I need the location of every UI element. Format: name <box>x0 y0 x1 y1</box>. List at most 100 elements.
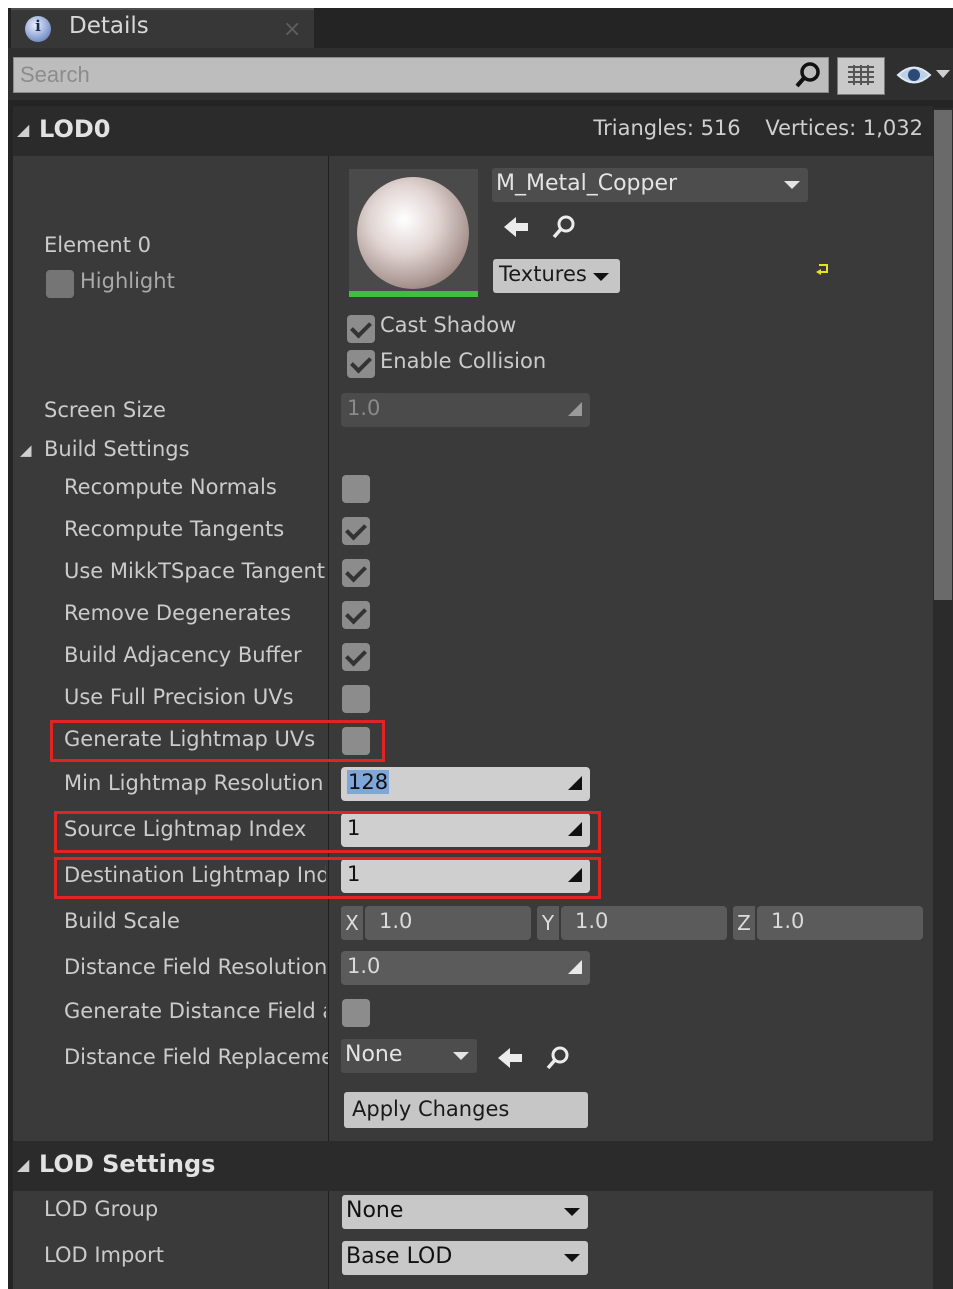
scrollbar-thumb[interactable] <box>934 110 952 600</box>
textures-label: Textures <box>499 262 587 286</box>
eye-icon <box>896 66 932 84</box>
distance-field-replacement-selector[interactable]: None <box>341 1039 477 1073</box>
visibility-filter-button[interactable] <box>894 60 952 92</box>
min-lightmap-resolution-value: 128 <box>347 770 390 794</box>
remove-degenerates-checkbox[interactable] <box>342 601 370 629</box>
browse-search-icon[interactable] <box>551 214 577 240</box>
material-selector[interactable]: M_Metal_Copper <box>492 168 808 202</box>
collapse-arrow-icon[interactable]: ◢ <box>17 120 29 139</box>
screen-size-field[interactable]: 1.0 <box>341 393 590 427</box>
highlight-annotation-box <box>50 720 385 762</box>
lod-import-selector[interactable]: Base LOD <box>342 1241 588 1275</box>
screen-size-value: 1.0 <box>347 396 381 420</box>
build-scale-z-value: 1.0 <box>771 909 805 933</box>
build-scale-vector: X 1.0 Y 1.0 Z 1.0 <box>341 906 931 940</box>
details-panel: i Details × Search ◢ LOD0 Triangles: 516… <box>8 8 953 1289</box>
column-divider[interactable] <box>328 1191 329 1289</box>
material-name: M_Metal_Copper <box>496 171 678 196</box>
element-label: Element 0 <box>44 233 151 257</box>
textures-dropdown-button[interactable]: Textures <box>493 259 620 293</box>
lod-group-label: LOD Group <box>44 1197 159 1221</box>
cast-shadow-checkbox[interactable] <box>347 315 375 343</box>
lod0-title: LOD0 <box>39 115 111 143</box>
drag-handle-icon <box>568 776 582 790</box>
build-adjacency-checkbox[interactable] <box>342 643 370 671</box>
details-tab[interactable]: i Details × <box>11 8 314 50</box>
lod-import-label: LOD Import <box>44 1243 165 1267</box>
column-divider[interactable] <box>328 156 329 1141</box>
build-settings-header[interactable]: Build Settings <box>44 437 190 461</box>
lod-group-selector[interactable]: None <box>342 1195 588 1229</box>
chevron-down-icon <box>936 70 950 78</box>
recompute-tangents-checkbox[interactable] <box>342 517 370 545</box>
search-row <box>8 48 953 100</box>
highlight-label: Highlight <box>80 269 175 293</box>
cast-shadow-label: Cast Shadow <box>380 313 517 337</box>
material-type-bar <box>349 291 478 297</box>
highlight-annotation-box <box>54 811 601 853</box>
view-options-button[interactable] <box>837 57 885 95</box>
highlight-annotation-box <box>54 857 601 899</box>
apply-changes-label: Apply Changes <box>352 1097 510 1121</box>
lod-import-value: Base LOD <box>346 1244 453 1269</box>
build-scale-z-field[interactable]: 1.0 <box>757 906 923 940</box>
search-input[interactable] <box>14 58 786 92</box>
recompute-tangents-label: Recompute Tangents <box>64 517 285 541</box>
search-box <box>13 57 829 93</box>
chevron-down-icon <box>453 1052 469 1060</box>
recompute-normals-checkbox[interactable] <box>342 475 370 503</box>
build-scale-x-field[interactable]: 1.0 <box>365 906 531 940</box>
lod0-header[interactable]: ◢ LOD0 Triangles: 516 Vertices: 1,032 <box>13 106 933 157</box>
material-thumbnail[interactable] <box>349 169 478 297</box>
build-scale-label: Build Scale <box>64 909 180 933</box>
triangles-count: Triangles: 516 <box>593 116 741 140</box>
screen-size-label: Screen Size <box>44 398 166 422</box>
chevron-down-icon <box>564 1208 580 1216</box>
apply-changes-button[interactable]: Apply Changes <box>344 1092 588 1128</box>
x-component-label[interactable]: X <box>341 906 363 940</box>
reset-to-default-icon[interactable] <box>816 262 830 276</box>
scrollbar[interactable] <box>933 108 953 1289</box>
collapse-arrow-icon[interactable]: ◢ <box>17 1155 29 1174</box>
build-scale-y-field[interactable]: 1.0 <box>561 906 727 940</box>
use-selected-arrow-icon[interactable] <box>502 215 530 239</box>
lod-settings-title: LOD Settings <box>39 1150 216 1178</box>
tab-title: Details <box>69 13 149 39</box>
min-lightmap-resolution-field[interactable]: 128 <box>341 767 590 801</box>
y-component-label[interactable]: Y <box>537 906 559 940</box>
drag-handle-icon <box>568 960 582 974</box>
lod-group-value: None <box>346 1198 404 1223</box>
properties-value-column <box>329 156 933 1141</box>
enable-collision-checkbox[interactable] <box>347 350 375 378</box>
generate-distance-field-checkbox[interactable] <box>342 999 370 1027</box>
distance-field-resolution-label: Distance Field Resolution S <box>64 955 326 979</box>
use-selected-arrow-icon[interactable] <box>496 1046 524 1070</box>
collapse-arrow-icon[interactable]: ◢ <box>20 441 32 459</box>
full-precision-uvs-checkbox[interactable] <box>342 685 370 713</box>
material-preview-sphere <box>357 177 469 289</box>
use-mikktspace-checkbox[interactable] <box>342 559 370 587</box>
use-mikktspace-label: Use MikkTSpace Tangent <box>64 559 326 583</box>
browse-search-icon[interactable] <box>545 1045 571 1071</box>
chevron-down-icon <box>593 273 609 281</box>
list-view-icon <box>848 65 874 85</box>
min-lightmap-resolution-label: Min Lightmap Resolution <box>64 771 324 795</box>
highlight-checkbox[interactable] <box>46 270 74 298</box>
search-icon[interactable] <box>794 61 822 89</box>
full-precision-uvs-label: Use Full Precision UVs <box>64 685 294 709</box>
build-scale-x-value: 1.0 <box>379 909 413 933</box>
build-adjacency-label: Build Adjacency Buffer <box>64 643 302 667</box>
lod0-stats: Triangles: 516 Vertices: 1,032 <box>575 116 923 140</box>
close-icon[interactable]: × <box>283 17 301 42</box>
remove-degenerates-label: Remove Degenerates <box>64 601 292 625</box>
lod-settings-header[interactable]: ◢ LOD Settings <box>13 1141 933 1192</box>
generate-distance-field-label: Generate Distance Field as <box>64 999 326 1023</box>
distance-field-resolution-value: 1.0 <box>347 954 381 978</box>
chevron-down-icon <box>564 1254 580 1262</box>
chevron-down-icon <box>784 181 800 189</box>
z-component-label[interactable]: Z <box>733 906 755 940</box>
distance-field-replacement-value: None <box>345 1042 403 1067</box>
distance-field-resolution-field[interactable]: 1.0 <box>341 951 590 985</box>
info-icon: i <box>25 16 51 42</box>
drag-handle-icon <box>568 402 582 416</box>
